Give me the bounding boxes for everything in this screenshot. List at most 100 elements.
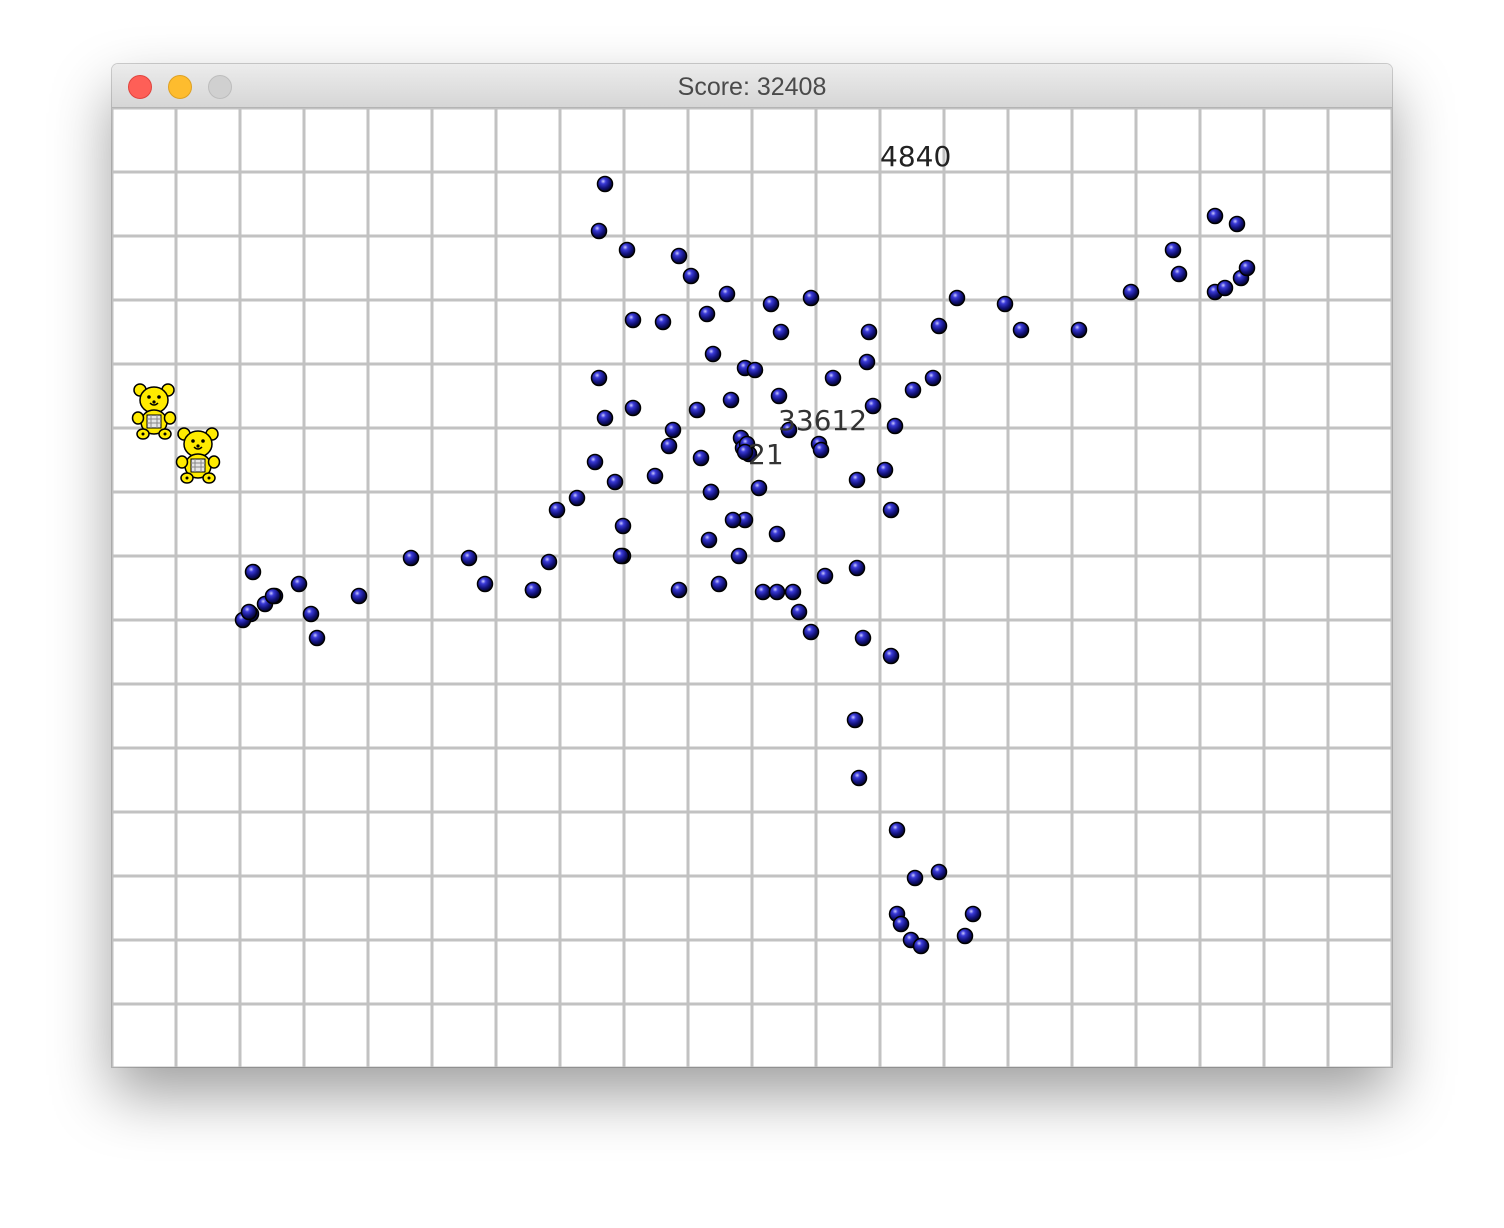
ball <box>460 549 478 567</box>
ball <box>1164 241 1182 259</box>
ball <box>892 915 910 933</box>
ball <box>402 549 420 567</box>
ball <box>290 575 308 593</box>
ball <box>586 453 604 471</box>
ball <box>240 603 258 621</box>
ball <box>924 369 942 387</box>
ball <box>956 927 974 945</box>
ball <box>1206 207 1224 225</box>
ball <box>724 511 742 529</box>
ball <box>876 461 894 479</box>
ball <box>704 345 722 363</box>
ball <box>824 369 842 387</box>
ball <box>948 289 966 307</box>
ball <box>846 711 864 729</box>
ball <box>904 381 922 399</box>
ball <box>646 467 664 485</box>
ball <box>812 441 830 459</box>
ball <box>568 489 586 507</box>
ball <box>784 583 802 601</box>
ball <box>850 769 868 787</box>
ball <box>768 583 786 601</box>
ball <box>698 305 716 323</box>
ball <box>906 869 924 887</box>
ball <box>612 547 630 565</box>
ball <box>1070 321 1088 339</box>
score-popup-1: 4840 <box>880 140 951 173</box>
ball <box>888 821 906 839</box>
ball <box>702 483 720 501</box>
ball <box>350 587 368 605</box>
ball <box>858 353 876 371</box>
title-bar[interactable]: Score: 32408 <box>112 64 1392 108</box>
ball <box>930 317 948 335</box>
ball <box>624 311 642 329</box>
ball <box>524 581 542 599</box>
ball <box>670 247 688 265</box>
game-window: Score: 32408 4840 33612 21 <box>112 64 1392 1067</box>
ball <box>854 629 872 647</box>
ball <box>964 905 982 923</box>
ball <box>860 323 878 341</box>
ball <box>802 289 820 307</box>
ball <box>730 547 748 565</box>
ball <box>746 361 764 379</box>
ball-layer <box>234 175 1256 955</box>
ball <box>1122 283 1140 301</box>
ball <box>718 285 736 303</box>
ball <box>700 531 718 549</box>
ball <box>244 563 262 581</box>
ball <box>476 575 494 593</box>
ball <box>1238 259 1256 277</box>
ball <box>1170 265 1188 283</box>
ball <box>596 175 614 193</box>
ball <box>614 517 632 535</box>
ball <box>540 553 558 571</box>
ball <box>624 399 642 417</box>
ball <box>688 401 706 419</box>
ball <box>682 267 700 285</box>
ball <box>770 387 788 405</box>
ball <box>264 587 282 605</box>
ball <box>848 559 866 577</box>
score-popup-2: 33612 <box>778 404 867 437</box>
ball <box>1012 321 1030 339</box>
ball <box>1228 215 1246 233</box>
score-popup-3: 21 <box>748 438 784 471</box>
ball <box>302 605 320 623</box>
ball <box>590 369 608 387</box>
ball <box>864 397 882 415</box>
window-title: Score: 32408 <box>677 73 827 101</box>
ball <box>1216 279 1234 297</box>
ball <box>670 581 688 599</box>
ball <box>596 409 614 427</box>
ball <box>882 647 900 665</box>
ball <box>618 241 636 259</box>
ball <box>762 295 780 313</box>
ball <box>930 863 948 881</box>
ball <box>802 623 820 641</box>
game-board[interactable]: 4840 33612 21 <box>112 108 1392 1067</box>
ball <box>848 471 866 489</box>
ball <box>590 222 608 240</box>
ball <box>654 313 672 331</box>
ball <box>750 479 768 497</box>
ball <box>664 421 682 439</box>
teddy-bear-icon <box>131 383 177 440</box>
ball <box>790 603 808 621</box>
ball <box>772 323 790 341</box>
ball <box>886 417 904 435</box>
ball <box>606 473 624 491</box>
ball <box>548 501 566 519</box>
ball <box>722 391 740 409</box>
ball <box>710 575 728 593</box>
ball <box>660 437 678 455</box>
ball <box>882 501 900 519</box>
ball <box>996 295 1014 313</box>
ball <box>912 937 930 955</box>
ball <box>308 629 326 647</box>
teddy-bear-icon <box>175 427 221 484</box>
ball <box>816 567 834 585</box>
ball <box>754 583 772 601</box>
ball <box>692 449 710 467</box>
